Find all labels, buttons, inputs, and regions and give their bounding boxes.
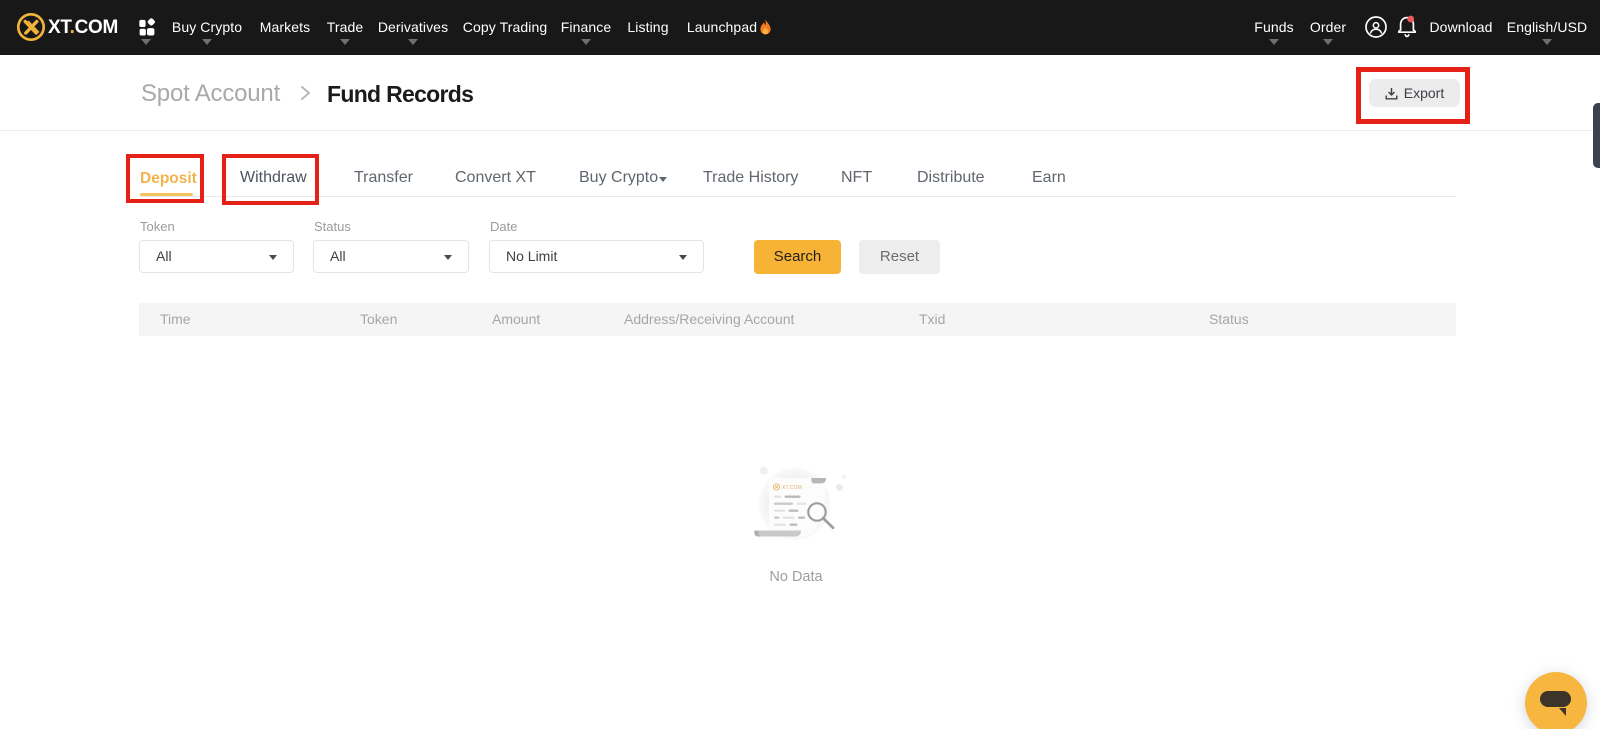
svg-text:XT.COM: XT.COM [782, 485, 802, 491]
